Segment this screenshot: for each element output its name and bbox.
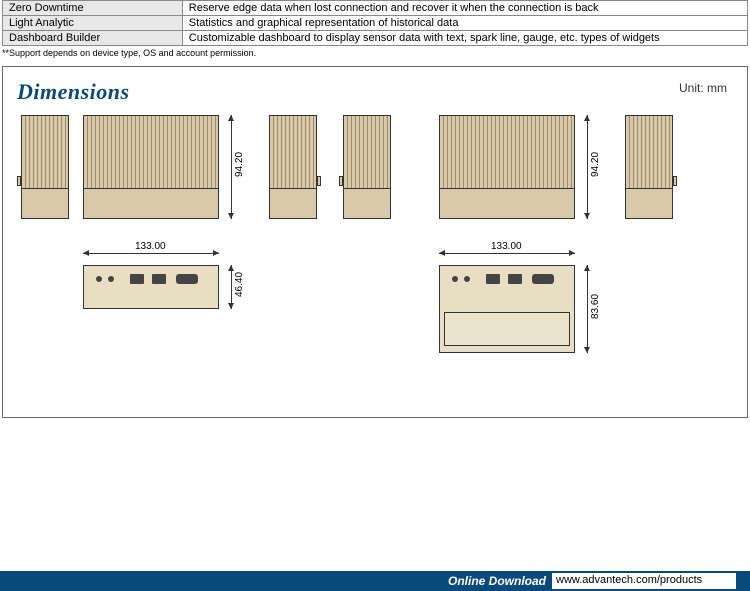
footer-bar: Online Download www.advantech.com/produc… <box>0 571 750 591</box>
table-row: Zero Downtime Reserve edge data when los… <box>3 1 748 16</box>
device-rear-view <box>439 265 575 353</box>
dim-depth-b-label: 83.60 <box>590 294 601 319</box>
dim-height-label-1: 94.20 <box>234 152 245 177</box>
spec-desc: Customizable dashboard to display sensor… <box>182 31 747 46</box>
dim-width-label-2: 133.00 <box>491 241 522 252</box>
spec-label: Dashboard Builder <box>3 31 183 46</box>
footnote-text: **Support depends on device type, OS and… <box>2 48 748 58</box>
spec-table: Zero Downtime Reserve edge data when los… <box>2 0 748 46</box>
dim-height-label-2: 94.20 <box>590 152 601 177</box>
device-side-view <box>625 115 673 219</box>
online-download-url[interactable]: www.advantech.com/products <box>552 573 736 589</box>
online-download-label: Online Download <box>448 574 546 588</box>
device-side-view <box>269 115 317 219</box>
drawings-area: 94.20 94.20 133.00 46.40 <box>17 111 733 403</box>
device-top-view <box>439 115 575 219</box>
device-side-view <box>21 115 69 219</box>
table-row: Light Analytic Statistics and graphical … <box>3 16 748 31</box>
device-side-view <box>343 115 391 219</box>
device-front-view <box>83 265 219 309</box>
table-row: Dashboard Builder Customizable dashboard… <box>3 31 748 46</box>
dimensions-unit: Unit: mm <box>679 81 727 95</box>
spec-desc: Statistics and graphical representation … <box>182 16 747 31</box>
dimensions-section: Dimensions Unit: mm 94.20 94.20 <box>2 66 748 418</box>
dim-width-label-1: 133.00 <box>135 241 166 252</box>
dimensions-title: Dimensions <box>17 79 733 105</box>
spec-label: Zero Downtime <box>3 1 183 16</box>
dim-depth-a-label: 46.40 <box>234 272 245 297</box>
spec-desc: Reserve edge data when lost connection a… <box>182 1 747 16</box>
device-top-view <box>83 115 219 219</box>
spec-label: Light Analytic <box>3 16 183 31</box>
